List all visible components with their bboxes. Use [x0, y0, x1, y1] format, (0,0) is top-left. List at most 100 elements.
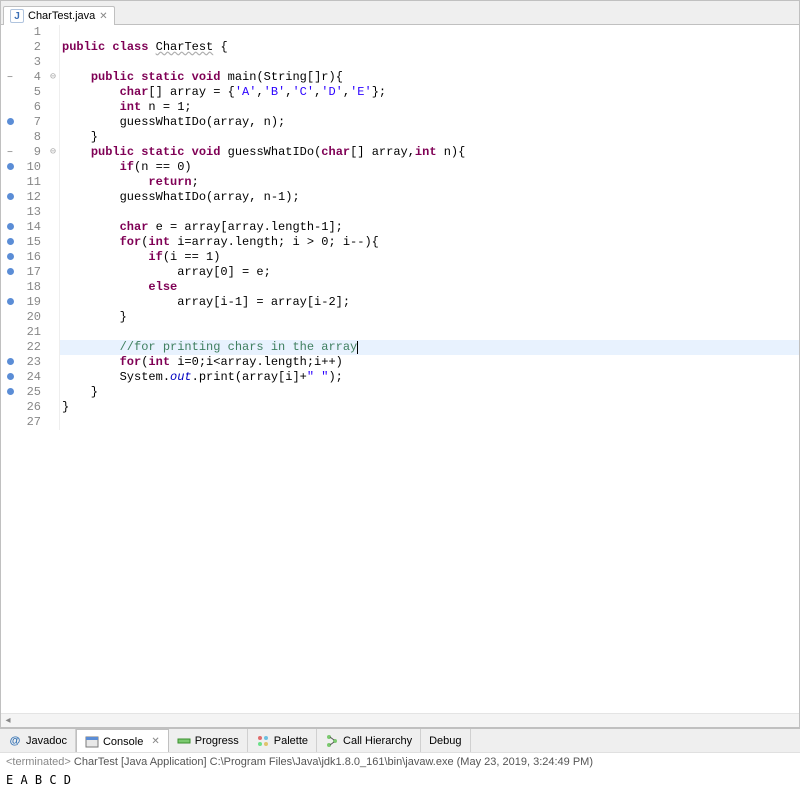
gutter-marker[interactable]	[1, 400, 19, 415]
code-line[interactable]: array[i-1] = array[i-2];	[60, 295, 799, 310]
close-icon[interactable]: ✕	[99, 11, 107, 22]
terminated-label: <terminated>	[6, 756, 71, 768]
fold-toggle[interactable]	[47, 25, 59, 40]
gutter-marker[interactable]	[1, 145, 19, 160]
fold-toggle[interactable]	[47, 115, 59, 130]
gutter-marker[interactable]	[1, 115, 19, 130]
code-line[interactable]: guessWhatIDo(array, n);	[60, 115, 799, 130]
gutter-marker[interactable]	[1, 25, 19, 40]
fold-toggle[interactable]	[47, 355, 59, 370]
gutter-marker[interactable]	[1, 130, 19, 145]
code-line[interactable]: }	[60, 130, 799, 145]
code-line[interactable]: if(i == 1)	[60, 250, 799, 265]
fold-toggle[interactable]	[47, 310, 59, 325]
code-line[interactable]: }	[60, 310, 799, 325]
fold-toggle[interactable]	[47, 175, 59, 190]
code-line[interactable]: public static void guessWhatIDo(char[] a…	[60, 145, 799, 160]
gutter-marker[interactable]	[1, 370, 19, 385]
tab-debug[interactable]: Debug	[421, 729, 470, 752]
code-line[interactable]: for(int i=array.length; i > 0; i--){	[60, 235, 799, 250]
code-line[interactable]	[60, 25, 799, 40]
line-number: 15	[19, 235, 47, 250]
fold-toggle[interactable]	[47, 385, 59, 400]
line-number: 23	[19, 355, 47, 370]
code-editor[interactable]: 1234⊖56789⊖10111213141516171819202122232…	[1, 25, 799, 713]
gutter-marker[interactable]	[1, 325, 19, 340]
gutter-marker[interactable]	[1, 175, 19, 190]
fold-toggle[interactable]	[47, 40, 59, 55]
gutter-marker[interactable]	[1, 385, 19, 400]
fold-toggle[interactable]	[47, 370, 59, 385]
gutter-marker[interactable]	[1, 295, 19, 310]
fold-toggle[interactable]	[47, 235, 59, 250]
code-line[interactable]: else	[60, 280, 799, 295]
fold-toggle[interactable]	[47, 130, 59, 145]
close-icon[interactable]: ✕	[151, 736, 159, 747]
code-line[interactable]: public class CharTest {	[60, 40, 799, 55]
fold-toggle[interactable]	[47, 190, 59, 205]
gutter-marker[interactable]	[1, 250, 19, 265]
code-line[interactable]: }	[60, 385, 799, 400]
fold-toggle[interactable]	[47, 205, 59, 220]
fold-toggle[interactable]	[47, 85, 59, 100]
tab-console[interactable]: Console ✕	[76, 729, 169, 753]
gutter-marker[interactable]	[1, 310, 19, 325]
fold-toggle[interactable]	[47, 280, 59, 295]
gutter-marker[interactable]	[1, 265, 19, 280]
code-line[interactable]: if(n == 0)	[60, 160, 799, 175]
tab-progress[interactable]: Progress	[169, 729, 248, 752]
gutter-marker[interactable]	[1, 340, 19, 355]
gutter-marker[interactable]	[1, 160, 19, 175]
fold-toggle[interactable]: ⊖	[47, 145, 59, 160]
fold-toggle[interactable]: ⊖	[47, 70, 59, 85]
line-number: 8	[19, 130, 47, 145]
gutter-marker[interactable]	[1, 55, 19, 70]
code-line[interactable]: }	[60, 400, 799, 415]
code-line[interactable]: return;	[60, 175, 799, 190]
editor-horizontal-scrollbar[interactable]: ◂	[1, 713, 799, 727]
code-line[interactable]: guessWhatIDo(array, n-1);	[60, 190, 799, 205]
code-line[interactable]: for(int i=0;i<array.length;i++)	[60, 355, 799, 370]
fold-toggle[interactable]	[47, 250, 59, 265]
fold-toggle[interactable]	[47, 325, 59, 340]
gutter-marker[interactable]	[1, 70, 19, 85]
code-line[interactable]: //for printing chars in the array	[60, 340, 799, 355]
gutter-marker[interactable]	[1, 85, 19, 100]
fold-toggle[interactable]	[47, 265, 59, 280]
tab-call-hierarchy[interactable]: Call Hierarchy	[317, 729, 421, 752]
fold-toggle[interactable]	[47, 160, 59, 175]
code-line[interactable]	[60, 325, 799, 340]
code-line[interactable]: char[] array = {'A','B','C','D','E'};	[60, 85, 799, 100]
code-line[interactable]: int n = 1;	[60, 100, 799, 115]
console-output[interactable]: E A B C D	[0, 771, 800, 811]
fold-toggle[interactable]	[47, 100, 59, 115]
code-line[interactable]	[60, 415, 799, 430]
fold-toggle[interactable]	[47, 400, 59, 415]
gutter-marker[interactable]	[1, 415, 19, 430]
code-line[interactable]	[60, 205, 799, 220]
code-line[interactable]	[60, 55, 799, 70]
gutter-marker[interactable]	[1, 40, 19, 55]
tab-palette[interactable]: Palette	[248, 729, 317, 752]
code-line[interactable]: char e = array[array.length-1];	[60, 220, 799, 235]
editor-tab-chartest[interactable]: J CharTest.java ✕	[3, 6, 115, 25]
fold-toggle[interactable]	[47, 220, 59, 235]
fold-toggle[interactable]	[47, 340, 59, 355]
gutter-marker[interactable]	[1, 205, 19, 220]
fold-toggle[interactable]	[47, 55, 59, 70]
code-line[interactable]: System.out.print(array[i]+" ");	[60, 370, 799, 385]
gutter-marker[interactable]	[1, 235, 19, 250]
code-line[interactable]: array[0] = e;	[60, 265, 799, 280]
code-line[interactable]: public static void main(String[]r){	[60, 70, 799, 85]
gutter-marker[interactable]	[1, 190, 19, 205]
gutter-marker[interactable]	[1, 220, 19, 235]
gutter-marker[interactable]	[1, 100, 19, 115]
scroll-left-icon[interactable]: ◂	[1, 715, 15, 726]
tab-javadoc[interactable]: @ Javadoc	[0, 729, 76, 752]
gutter-marker[interactable]	[1, 280, 19, 295]
gutter-marker[interactable]	[1, 355, 19, 370]
fold-toggle[interactable]	[47, 295, 59, 310]
line-number: 1	[19, 25, 47, 40]
call-hierarchy-icon	[325, 734, 339, 748]
fold-toggle[interactable]	[47, 415, 59, 430]
